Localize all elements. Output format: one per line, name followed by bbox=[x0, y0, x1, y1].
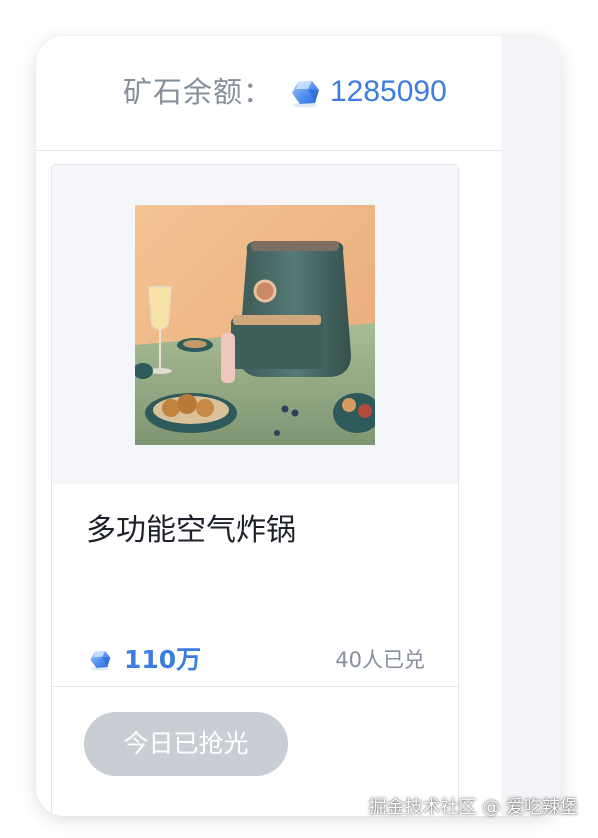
watermark: 掘金技术社区 @ 爱吃辣堡 bbox=[368, 797, 578, 818]
exchange-panel: 矿石余额： 1285090 多功能空气炸锅 110万 40人已兑 今日已抢光 bbox=[36, 36, 561, 816]
sold-out-button[interactable]: 今日已抢光 bbox=[84, 712, 288, 776]
ore-crystal-icon bbox=[90, 650, 111, 671]
product-price: 110万 bbox=[124, 645, 202, 674]
product-name: 多功能空气炸锅 bbox=[86, 513, 296, 548]
card-divider bbox=[52, 686, 458, 687]
ore-crystal-icon bbox=[292, 81, 319, 108]
product-image-area bbox=[52, 165, 458, 484]
balance-bar: 矿石余额： 1285090 bbox=[36, 36, 501, 151]
balance-label: 矿石余额： bbox=[123, 75, 274, 109]
air-fryer-image bbox=[135, 205, 375, 445]
scroll-gutter bbox=[501, 36, 561, 816]
balance-value: 1285090 bbox=[330, 75, 447, 108]
product-card[interactable]: 多功能空气炸锅 110万 40人已兑 今日已抢光 bbox=[51, 164, 459, 816]
redeemed-count: 40人已兑 bbox=[335, 648, 425, 672]
